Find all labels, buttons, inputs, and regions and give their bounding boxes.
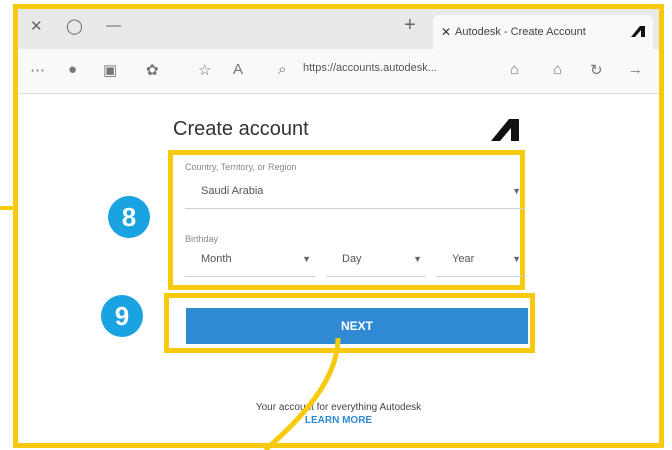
step-8-badge: 8 <box>108 196 150 238</box>
annotation-arrow <box>263 337 341 450</box>
step-9-badge: 9 <box>101 295 143 337</box>
